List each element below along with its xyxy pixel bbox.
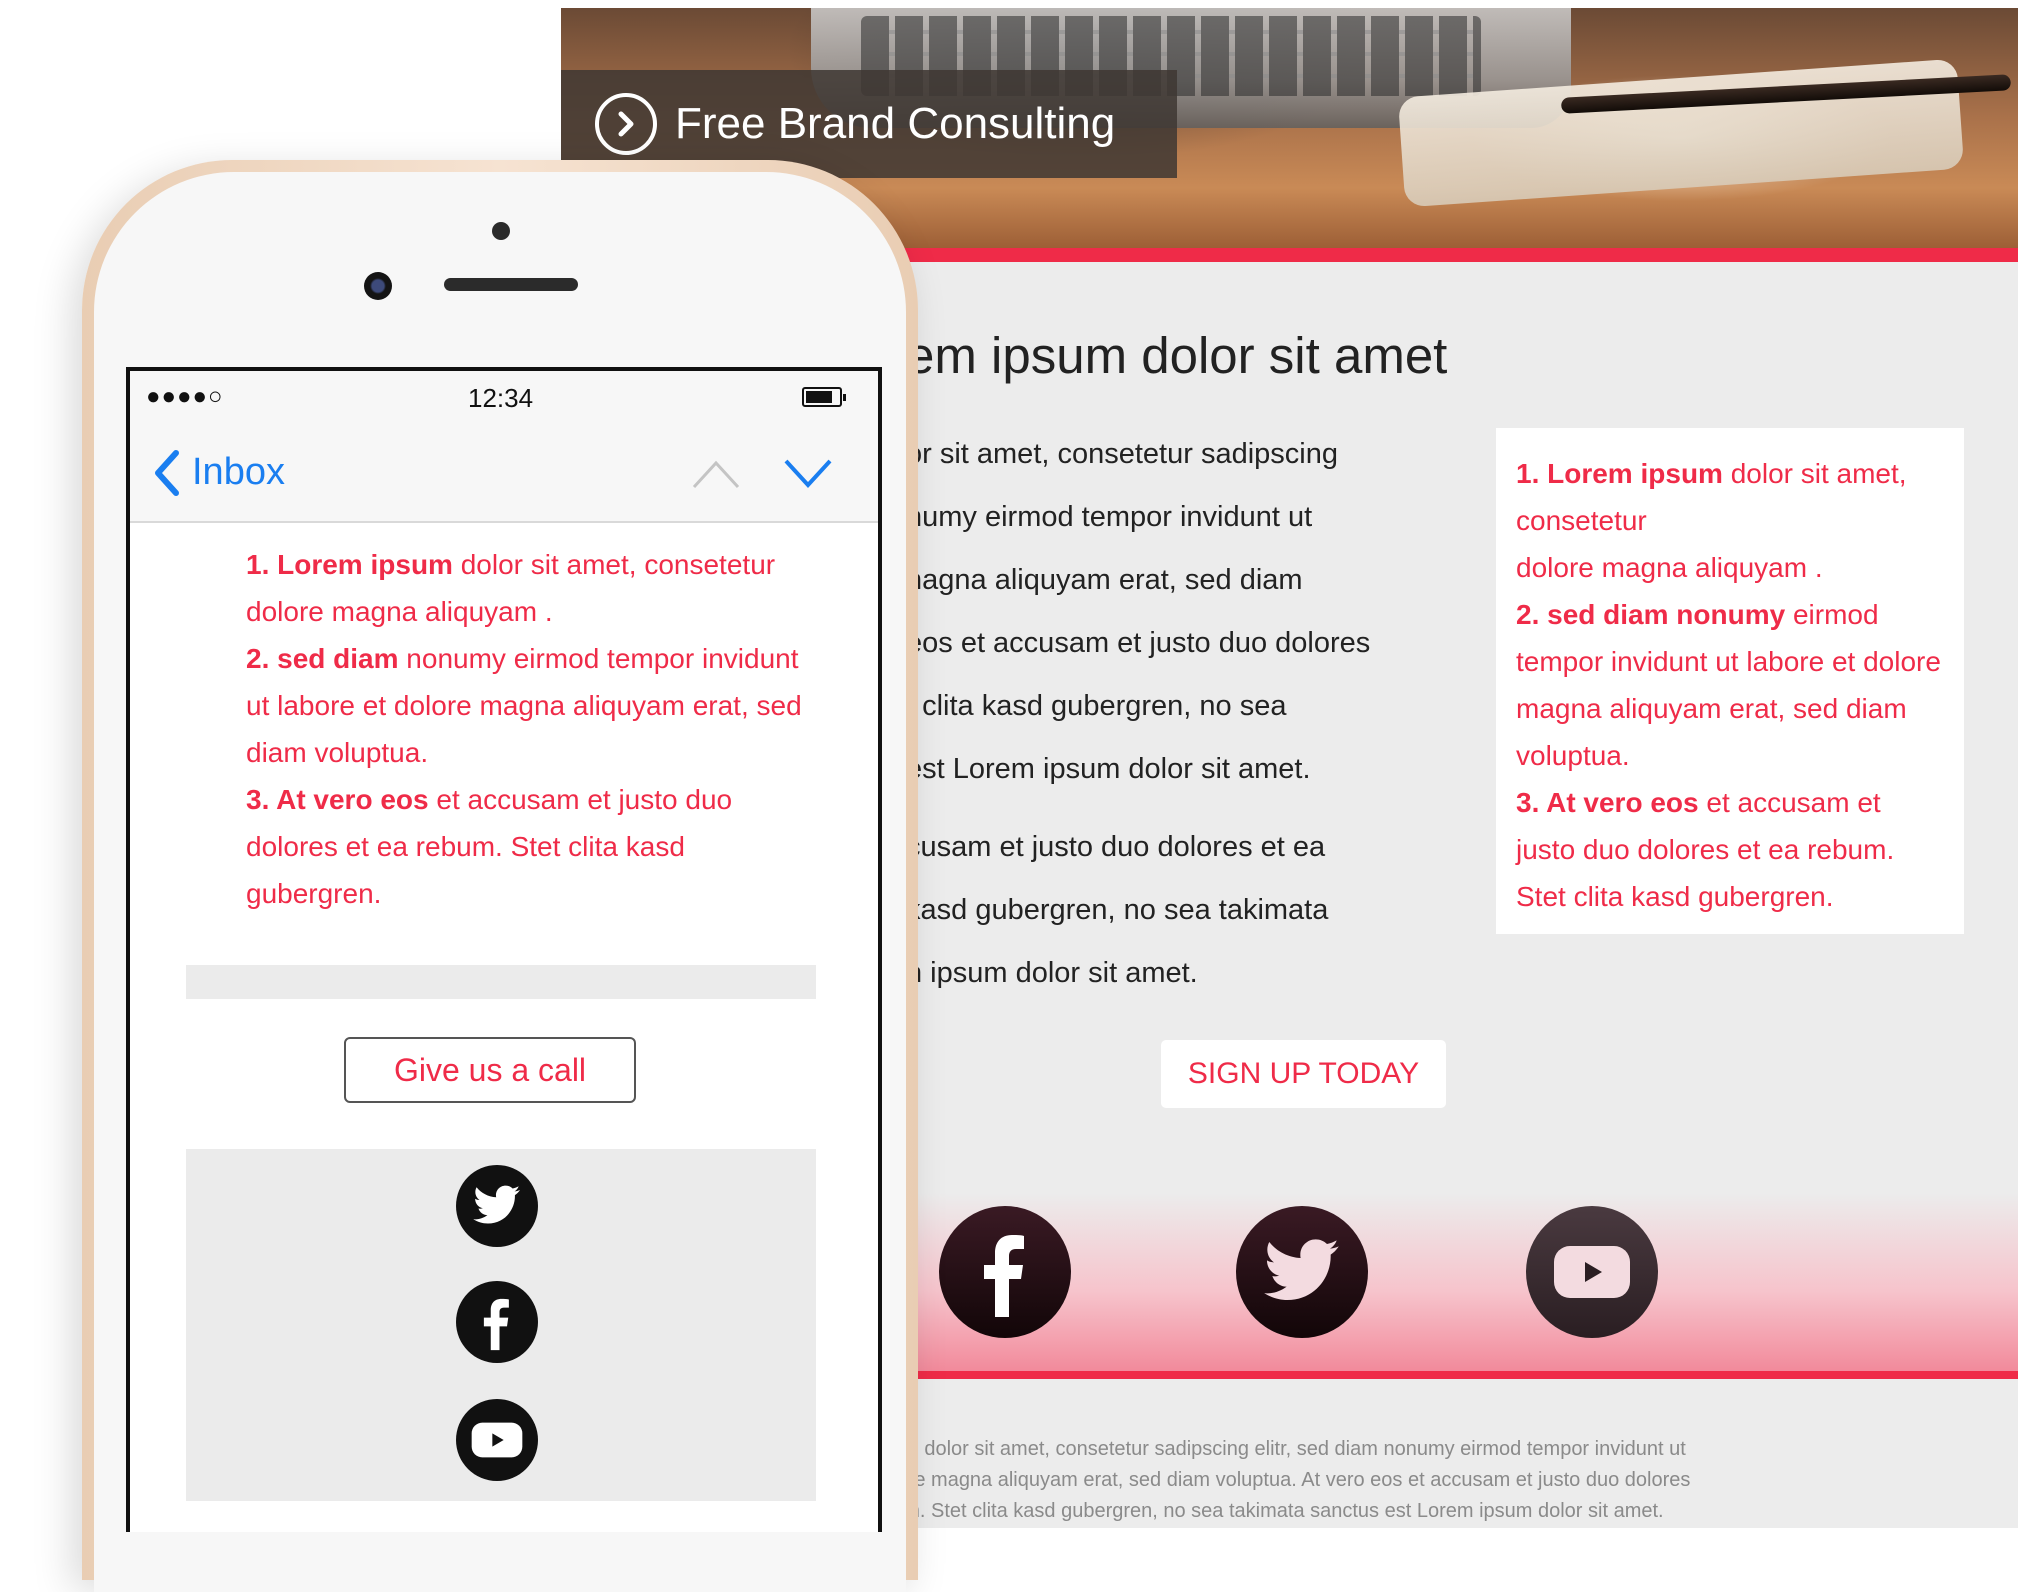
list-item-title: 3. At vero eos [246, 784, 429, 815]
give-us-a-call-button[interactable]: Give us a call [344, 1037, 636, 1103]
footer-line: sum dolor sit amet, consetetur sadipscin… [881, 1438, 1686, 1460]
sidebar-list: 1. Lorem ipsum dolor sit amet, consetetu… [1516, 450, 1946, 920]
list-item-title: 1. Lorem ipsum [246, 549, 453, 580]
twitter-icon[interactable] [1236, 1206, 1368, 1338]
content-divider [186, 965, 816, 999]
numbered-list: 1. Lorem ipsum dolor sit amet, consetetu… [246, 541, 806, 917]
consulting-banner-label: Free Brand Consulting [675, 99, 1116, 148]
list-item-title: 1. Lorem ipsum [1516, 458, 1723, 489]
mail-nav-bar: Inbox [130, 425, 878, 523]
facebook-icon[interactable] [456, 1281, 538, 1363]
chevron-left-icon[interactable] [148, 449, 188, 497]
sidebar-list-box: 1. Lorem ipsum dolor sit amet, consetetu… [1496, 428, 1964, 934]
twitter-icon[interactable] [456, 1165, 538, 1247]
footer-line: bum. Stet clita kasd gubergren, no sea t… [881, 1500, 1664, 1522]
inbox-back-button[interactable]: Inbox [192, 451, 285, 494]
chevron-down-icon[interactable] [782, 451, 834, 495]
status-bar: ●●●●○ 12:34 [130, 371, 878, 425]
email-heading: em ipsum dolor sit amet [906, 327, 1448, 384]
front-camera [364, 272, 392, 300]
status-time: 12:34 [468, 383, 534, 413]
chevron-up-icon[interactable] [690, 451, 742, 495]
phone-social-box [186, 1149, 816, 1501]
list-item-text: dolore magna aliquyam . [1516, 552, 1823, 583]
email-footer: sum dolor sit amet, consetetur sadipscin… [881, 1434, 1881, 1527]
list-item-title: 3. At vero eos [1516, 787, 1699, 818]
chevron-right-circle-icon [595, 93, 657, 155]
proximity-sensor [492, 222, 510, 240]
list-item-title: 2. sed diam nonumy [1516, 599, 1786, 630]
footer-line: olore magna aliquyam erat, sed diam volu… [881, 1469, 1691, 1491]
sign-up-button[interactable]: SIGN UP TODAY [1161, 1040, 1446, 1108]
youtube-icon[interactable] [456, 1399, 538, 1481]
youtube-icon[interactable] [1526, 1206, 1658, 1338]
battery-icon [802, 387, 846, 407]
list-item-title: 2. sed diam [246, 643, 399, 674]
body-line: n ipsum dolor sit amet. [906, 957, 1198, 989]
phone-screen: ●●●●○ 12:34 Inbox 1. Lorem ipsum dolor s… [126, 367, 882, 1532]
earpiece-speaker [444, 278, 578, 291]
signal-strength-icon: ●●●●○ [146, 383, 224, 410]
facebook-icon[interactable] [939, 1206, 1071, 1338]
